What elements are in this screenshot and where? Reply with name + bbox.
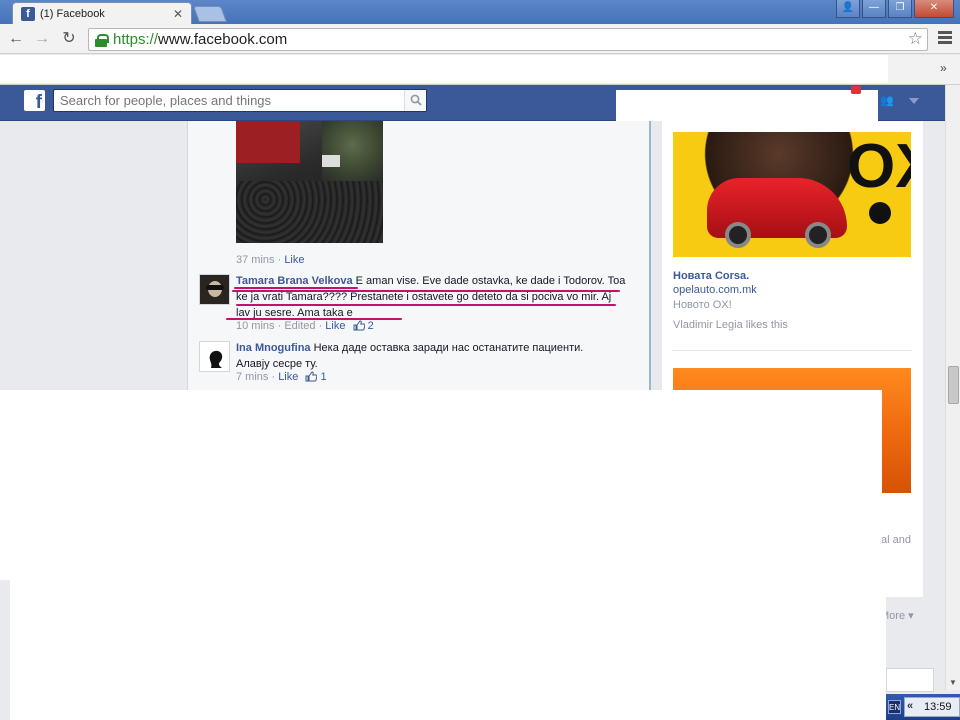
ad-image-text: OX! [847, 132, 911, 201]
user-profile-button[interactable]: 👤 [836, 0, 860, 18]
tab-close-icon[interactable]: ✕ [173, 7, 183, 21]
language-indicator[interactable]: EN [888, 700, 901, 714]
url-text: https://www.facebook.com [113, 31, 287, 48]
new-tab-button[interactable] [193, 6, 227, 22]
comment: Tamara Brana Velkova E aman vise. Eve da… [236, 273, 626, 321]
bookmarks-bar: » [0, 55, 960, 85]
comment-meta: 10 mins · Edited · Like 2 [236, 320, 374, 332]
url-protocol: https:// [113, 31, 159, 48]
post-comment-photo[interactable] [236, 121, 383, 243]
chat-sidebar-fragment [886, 668, 934, 692]
like-link[interactable]: Like [284, 254, 304, 266]
ad-social-context: Vladimir Legia likes this [673, 319, 788, 331]
like-link[interactable]: Like [325, 320, 345, 332]
scrollbar-thumb[interactable] [948, 366, 959, 404]
annotation-underline [236, 304, 616, 306]
annotation-underline [234, 287, 358, 289]
minimize-button[interactable]: — [862, 0, 886, 18]
back-arrow-icon[interactable]: ← [6, 29, 26, 49]
edited-label[interactable]: Edited [284, 320, 315, 332]
silhouette-icon [209, 350, 223, 368]
search-input[interactable] [53, 89, 427, 112]
ad-description: Новото OX! [673, 299, 732, 311]
sponsored-ad-image[interactable]: OX! [673, 132, 911, 257]
like-link[interactable]: Like [278, 371, 298, 383]
notification-badge[interactable] [851, 86, 861, 94]
privacy-shortcuts-icon[interactable]: 👥 [880, 94, 896, 108]
avatar[interactable] [199, 341, 230, 372]
redacted-area [0, 390, 882, 580]
window-controls: 👤 — ❐ ✕ [836, 0, 954, 18]
facebook-header: f 👥 [0, 85, 945, 121]
forward-arrow-icon[interactable]: → [32, 29, 52, 49]
ad-domain-link[interactable]: opelauto.com.mk [673, 284, 757, 296]
like-thumb-icon [305, 371, 318, 382]
tray-expand-icon[interactable]: « [907, 700, 913, 712]
page-scrollbar[interactable]: ▼ [945, 85, 960, 690]
ad-divider [673, 350, 911, 351]
redacted-area [10, 578, 886, 720]
account-menu-caret-icon[interactable] [909, 98, 919, 104]
secure-lock-icon [95, 33, 109, 47]
comment-author[interactable]: Ina Mnogufina [236, 342, 311, 354]
url-host: www.facebook.com [158, 31, 288, 48]
like-count[interactable]: 2 [368, 320, 374, 332]
address-bar[interactable]: https://www.facebook.com ☆ [88, 28, 928, 51]
search-icon [410, 94, 422, 106]
facebook-logo-icon[interactable]: f [24, 90, 45, 111]
facebook-favicon-icon: f [21, 6, 35, 21]
ad-title-link[interactable]: Новата Corsa. [673, 270, 749, 282]
comment-meta: 7 mins · Like 1 [236, 371, 327, 383]
browser-toolbar: ← → ↻ https://www.facebook.com ☆ [0, 24, 960, 54]
browser-menu-icon[interactable] [938, 31, 952, 46]
like-thumb-icon [353, 320, 365, 331]
avatar[interactable] [199, 274, 230, 305]
comment: Ina Mnogufina Нека даде оставка заради н… [236, 340, 616, 372]
browser-titlebar: f (1) Facebook ✕ 👤 — ❐ ✕ [0, 0, 960, 24]
like-count[interactable]: 1 [321, 371, 327, 383]
reload-icon[interactable]: ↻ [59, 29, 79, 49]
comment-time: 37 mins [236, 254, 275, 266]
bookmarks-overflow-icon[interactable]: » [940, 61, 947, 75]
annotation-underline [232, 290, 620, 292]
comment-time: 7 mins [236, 371, 269, 383]
redacted-area [616, 90, 878, 121]
taskbar-clock[interactable]: 13:59 [924, 701, 952, 713]
scroll-down-arrow-icon[interactable]: ▼ [949, 678, 957, 687]
browser-tab-facebook[interactable]: f (1) Facebook ✕ [12, 2, 192, 24]
photo-comment-meta: 37 mins · Like [236, 254, 305, 266]
ad-text-fragment: al and [881, 534, 911, 546]
search-button[interactable] [404, 90, 426, 111]
redacted-area [0, 55, 888, 83]
comment-time: 10 mins [236, 320, 275, 332]
restore-button[interactable]: ❐ [888, 0, 912, 18]
close-window-button[interactable]: ✕ [914, 0, 954, 18]
comment-author[interactable]: Tamara Brana Velkova [236, 275, 353, 287]
tab-title: (1) Facebook [40, 7, 105, 20]
bookmark-star-icon[interactable]: ☆ [908, 29, 923, 49]
